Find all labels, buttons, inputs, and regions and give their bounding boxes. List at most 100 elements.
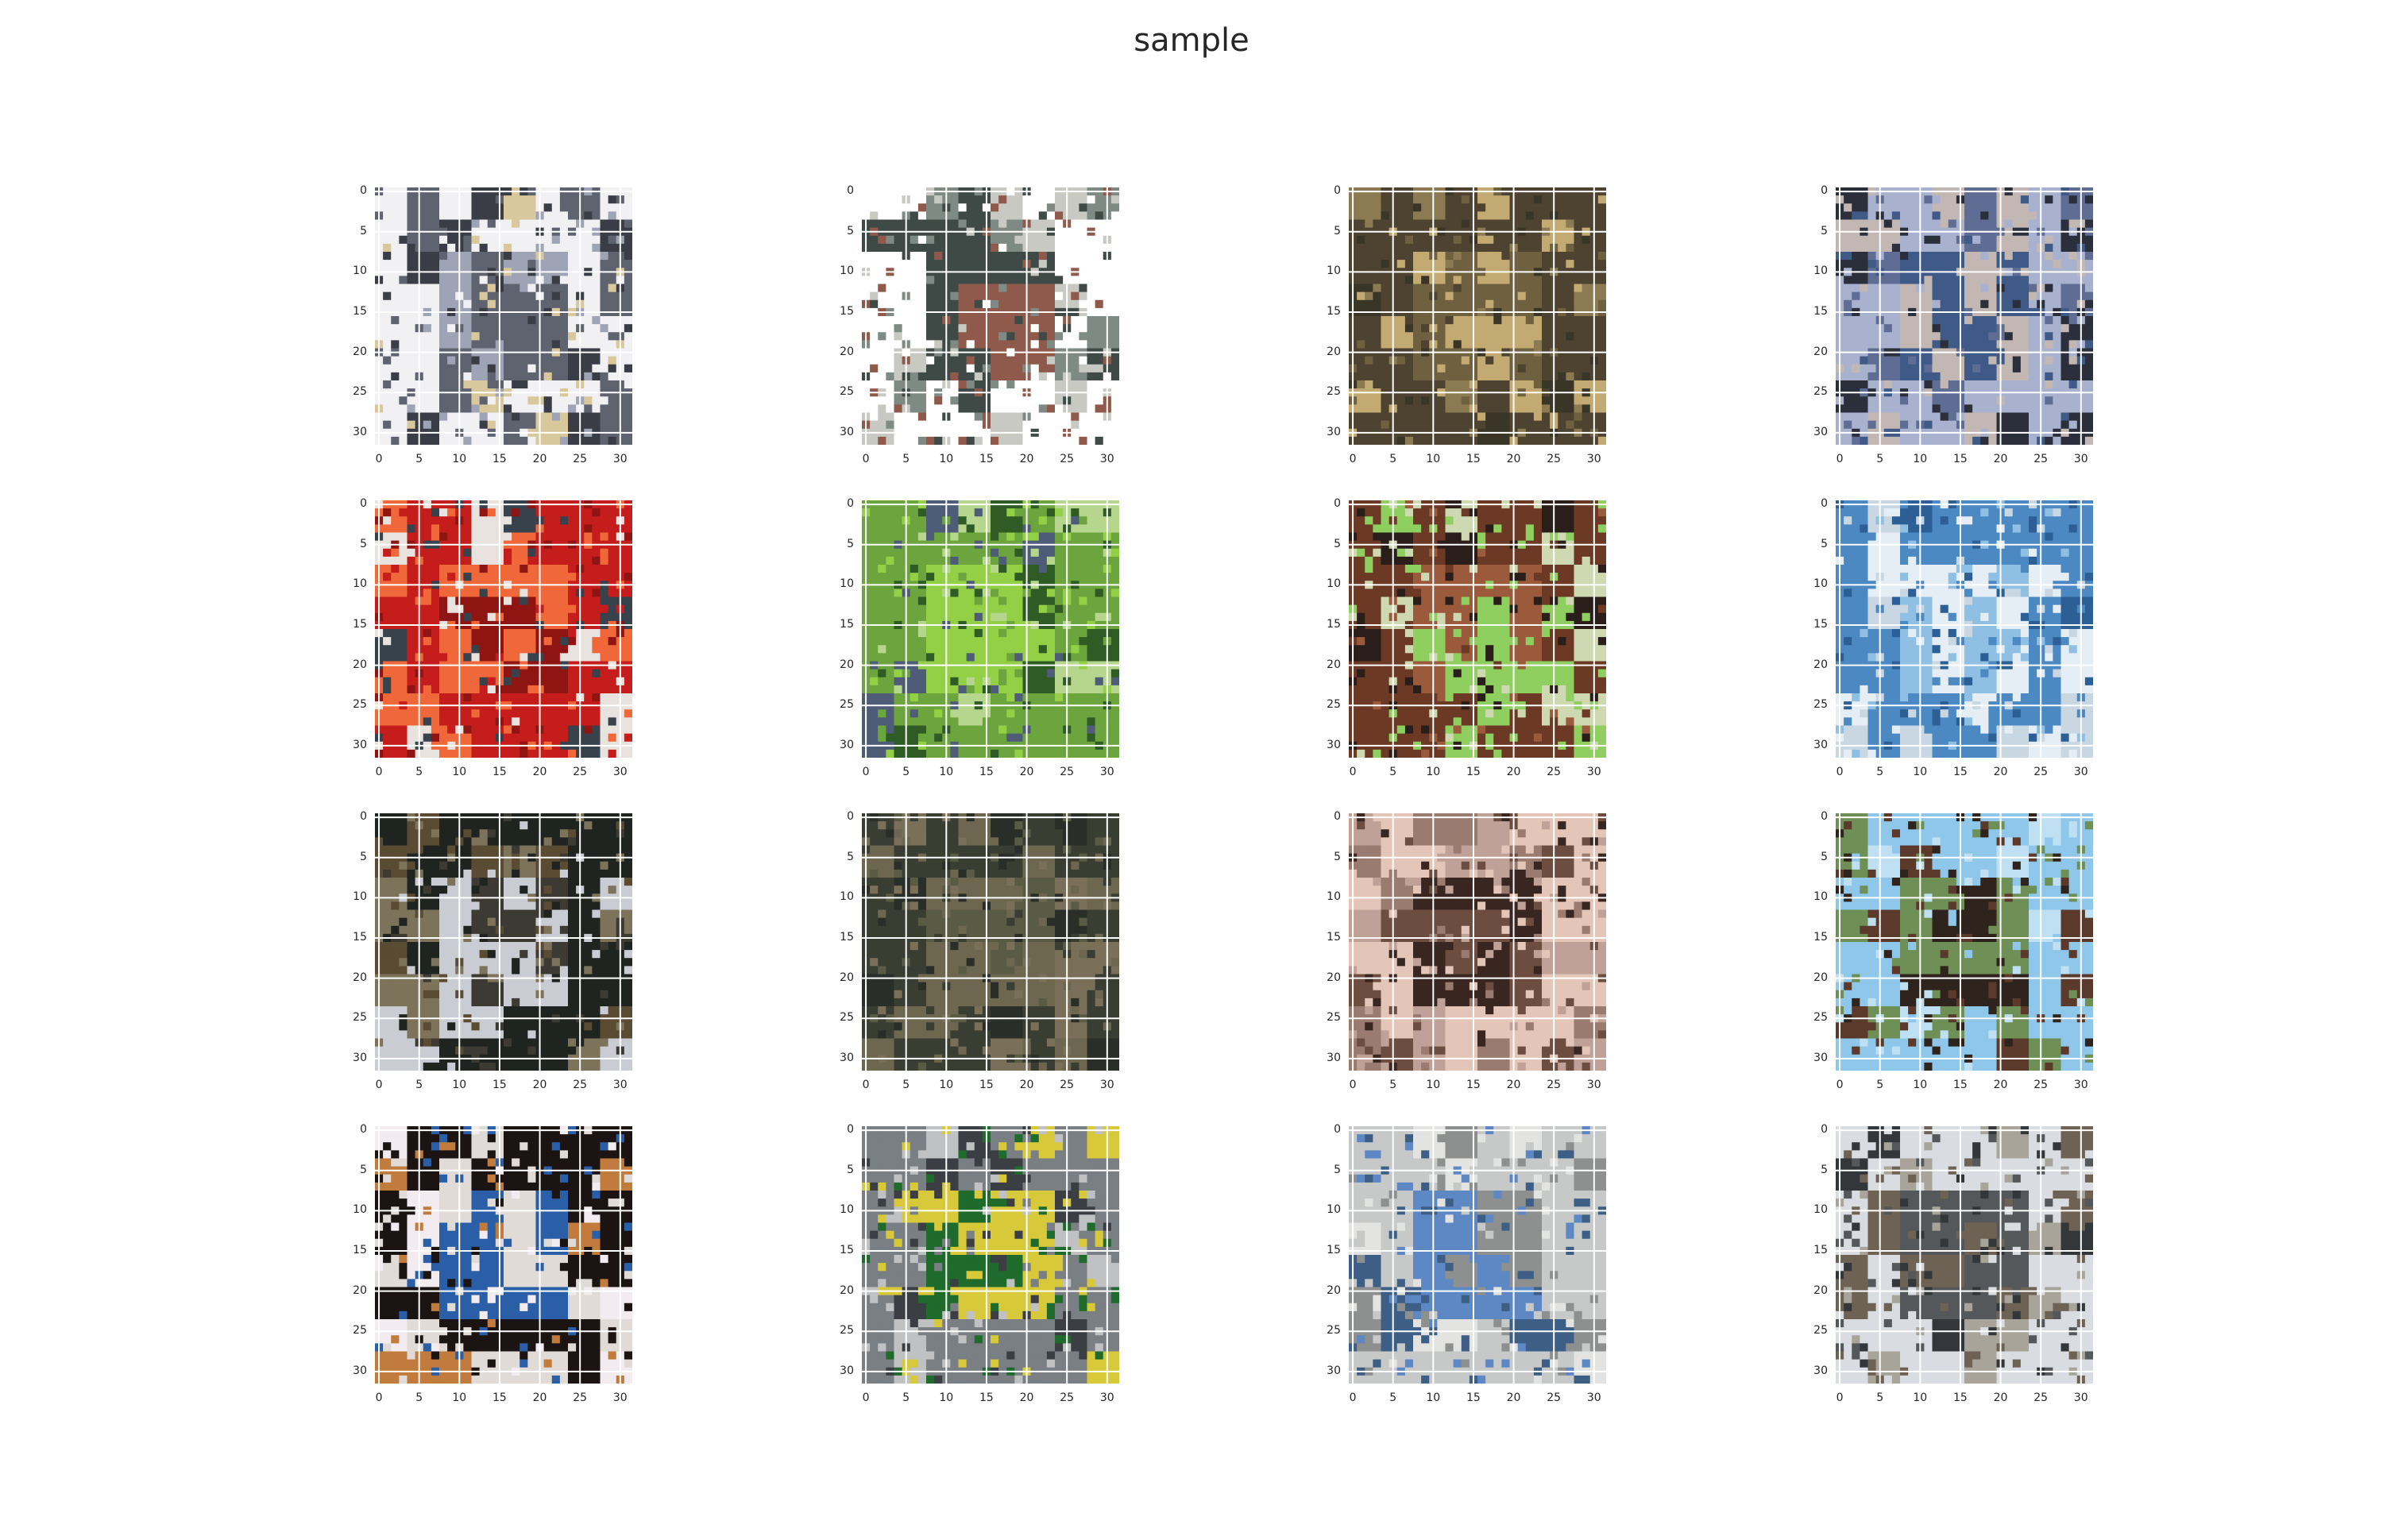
y-tick-label: 15 bbox=[353, 617, 367, 631]
x-tick-label: 0 bbox=[375, 766, 383, 778]
y-tick-label: 30 bbox=[353, 1051, 367, 1064]
y-tick-label: 15 bbox=[353, 930, 367, 944]
y-tick-label: 5 bbox=[1334, 224, 1341, 237]
x-tick-label: 10 bbox=[1426, 453, 1441, 465]
x-tick-label: 25 bbox=[573, 1391, 588, 1404]
y-tick-label: 20 bbox=[1327, 345, 1341, 358]
x-tick-label: 10 bbox=[1426, 1079, 1441, 1091]
x-tick-label: 15 bbox=[1953, 1079, 1968, 1091]
y-tick-label: 30 bbox=[840, 738, 854, 751]
x-tick-label: 5 bbox=[415, 766, 423, 778]
pixel-image bbox=[375, 813, 632, 1071]
x-tick-label: 15 bbox=[1953, 1391, 1968, 1404]
pixel-image bbox=[375, 1126, 632, 1384]
x-tick-label: 10 bbox=[1426, 766, 1441, 778]
x-tick-label: 10 bbox=[452, 1079, 467, 1091]
y-tick-label: 5 bbox=[360, 1163, 367, 1176]
x-tick-label: 0 bbox=[375, 1391, 383, 1404]
x-tick-label: 20 bbox=[1019, 453, 1034, 465]
pixel-image bbox=[1836, 813, 2093, 1071]
y-tick-label: 20 bbox=[353, 345, 367, 358]
x-tick-label: 25 bbox=[2033, 1079, 2049, 1091]
x-tick-label: 30 bbox=[612, 453, 628, 465]
x-tick-label: 5 bbox=[902, 766, 910, 778]
y-tick-label: 10 bbox=[1327, 1203, 1341, 1217]
x-tick-label: 0 bbox=[1349, 766, 1357, 778]
x-tick-label: 10 bbox=[1426, 1391, 1441, 1404]
y-tick-label: 20 bbox=[353, 971, 367, 984]
x-tick-label: 20 bbox=[1993, 1391, 2008, 1404]
x-tick-label: 15 bbox=[492, 766, 507, 778]
y-tick-label: 25 bbox=[840, 1324, 854, 1337]
y-tick-label: 30 bbox=[1327, 1051, 1341, 1064]
x-tick-label: 15 bbox=[1466, 453, 1481, 465]
x-tick-label: 25 bbox=[1060, 453, 1075, 465]
y-tick-label: 30 bbox=[353, 1364, 367, 1377]
x-tick-label: 20 bbox=[1506, 766, 1521, 778]
x-tick-label: 30 bbox=[1099, 1079, 1114, 1091]
y-tick-label: 0 bbox=[1821, 1123, 1828, 1137]
y-tick-label: 10 bbox=[1813, 264, 1828, 278]
x-tick-label: 20 bbox=[1019, 766, 1034, 778]
y-tick-label: 25 bbox=[1813, 698, 1828, 712]
x-tick-label: 30 bbox=[2073, 1079, 2088, 1091]
y-tick-label: 5 bbox=[847, 850, 854, 863]
y-tick-label: 15 bbox=[1327, 930, 1341, 944]
y-tick-label: 5 bbox=[1334, 850, 1341, 863]
x-tick-label: 20 bbox=[532, 1079, 547, 1091]
y-tick-label: 0 bbox=[1821, 810, 1828, 824]
image-panel-bird bbox=[375, 1126, 632, 1384]
y-tick-label: 25 bbox=[353, 1011, 367, 1025]
x-tick-label: 0 bbox=[1836, 453, 1844, 465]
y-tick-label: 10 bbox=[840, 1203, 854, 1217]
pixel-image bbox=[1349, 500, 1606, 758]
image-panel-truck bbox=[1836, 1126, 2093, 1384]
y-tick-label: 5 bbox=[360, 537, 367, 550]
y-tick-label: 20 bbox=[353, 658, 367, 671]
y-tick-label: 25 bbox=[353, 1324, 367, 1337]
x-tick-label: 25 bbox=[2033, 766, 2049, 778]
x-tick-label: 15 bbox=[979, 1391, 994, 1404]
y-tick-label: 30 bbox=[840, 425, 854, 438]
y-tick-label: 10 bbox=[840, 890, 854, 904]
x-tick-label: 10 bbox=[939, 1391, 954, 1404]
y-tick-label: 0 bbox=[1334, 1123, 1341, 1137]
pixel-image bbox=[375, 187, 632, 445]
y-tick-label: 25 bbox=[1813, 385, 1828, 399]
y-tick-label: 30 bbox=[1327, 1364, 1341, 1377]
x-tick-label: 20 bbox=[1506, 453, 1521, 465]
y-tick-label: 15 bbox=[840, 304, 854, 318]
x-tick-label: 5 bbox=[1389, 453, 1397, 465]
x-tick-label: 30 bbox=[612, 1079, 628, 1091]
x-tick-label: 10 bbox=[1913, 453, 1928, 465]
y-tick-label: 5 bbox=[1821, 224, 1828, 237]
y-tick-label: 15 bbox=[840, 617, 854, 631]
y-tick-label: 30 bbox=[840, 1364, 854, 1377]
x-tick-label: 5 bbox=[1876, 1391, 1884, 1404]
x-tick-label: 5 bbox=[902, 1079, 910, 1091]
x-tick-label: 15 bbox=[1466, 1079, 1481, 1091]
x-tick-label: 30 bbox=[1099, 766, 1114, 778]
pixel-image bbox=[1836, 187, 2093, 445]
y-tick-label: 15 bbox=[1327, 617, 1341, 631]
image-panel-truck bbox=[1349, 1126, 1606, 1384]
x-tick-label: 0 bbox=[862, 1079, 870, 1091]
y-tick-label: 25 bbox=[1813, 1011, 1828, 1025]
x-tick-label: 25 bbox=[1547, 766, 1562, 778]
y-tick-label: 0 bbox=[360, 184, 367, 198]
x-tick-label: 15 bbox=[1466, 766, 1481, 778]
y-tick-label: 10 bbox=[353, 1203, 367, 1217]
x-tick-label: 20 bbox=[1993, 453, 2008, 465]
x-tick-label: 5 bbox=[1389, 1079, 1397, 1091]
x-tick-label: 20 bbox=[1993, 1079, 2008, 1091]
x-tick-label: 30 bbox=[2073, 766, 2088, 778]
y-tick-label: 5 bbox=[1334, 1163, 1341, 1176]
x-tick-label: 0 bbox=[1836, 1079, 1844, 1091]
x-tick-label: 25 bbox=[2033, 1391, 2049, 1404]
y-tick-label: 5 bbox=[1334, 537, 1341, 550]
y-tick-label: 5 bbox=[847, 537, 854, 550]
x-tick-label: 10 bbox=[939, 453, 954, 465]
x-tick-label: 5 bbox=[1389, 1391, 1397, 1404]
image-panel-cat bbox=[375, 813, 632, 1071]
y-tick-label: 20 bbox=[1327, 658, 1341, 671]
